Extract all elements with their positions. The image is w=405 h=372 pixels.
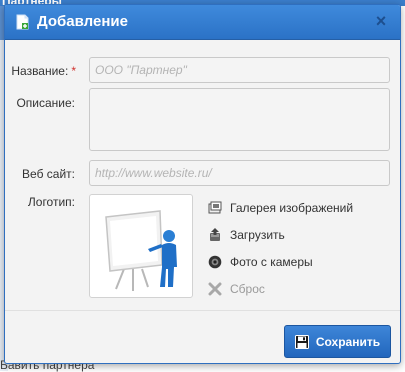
required-mark: *: [71, 64, 76, 78]
floppy-disk-icon: [294, 334, 309, 349]
name-input[interactable]: [89, 57, 390, 83]
name-label: Название: *: [5, 64, 76, 78]
reset-icon: [208, 282, 222, 296]
save-button-label: Сохранить: [315, 334, 381, 349]
add-dialog: Добавление × Название:* Описание: Веб са…: [4, 4, 401, 364]
website-label: Веб сайт:: [22, 167, 75, 181]
upload-icon: [210, 228, 220, 241]
close-button[interactable]: ×: [372, 12, 390, 30]
logo-actions: Галерея изображений Загрузить Фото с кам…: [208, 198, 353, 306]
document-add-icon: [16, 14, 29, 30]
upload-action[interactable]: Загрузить: [208, 225, 353, 245]
camera-action-label: Фото с камеры: [230, 255, 313, 269]
logo-preview[interactable]: [89, 194, 193, 298]
gallery-action-label: Галерея изображений: [230, 201, 354, 215]
description-textarea[interactable]: [89, 88, 390, 151]
upload-action-label: Загрузить: [230, 228, 285, 242]
dialog-title: Добавление: [37, 13, 128, 30]
camera-action[interactable]: Фото с камеры: [208, 252, 353, 272]
reset-action-label: Сброс: [230, 282, 265, 296]
name-label-text: Название:: [11, 64, 69, 78]
website-input[interactable]: [89, 160, 390, 186]
description-label: Описание:: [16, 96, 75, 110]
reset-action[interactable]: Сброс: [208, 279, 353, 299]
gallery-icon: [208, 201, 222, 214]
presentation-board-icon: [105, 210, 177, 291]
camera-icon: [208, 255, 222, 269]
gallery-action[interactable]: Галерея изображений: [208, 198, 353, 218]
footer-divider: [5, 310, 400, 311]
logo-label: Логотип:: [27, 195, 75, 209]
dialog-titlebar: Добавление ×: [5, 5, 400, 40]
save-button[interactable]: Сохранить: [284, 325, 391, 358]
